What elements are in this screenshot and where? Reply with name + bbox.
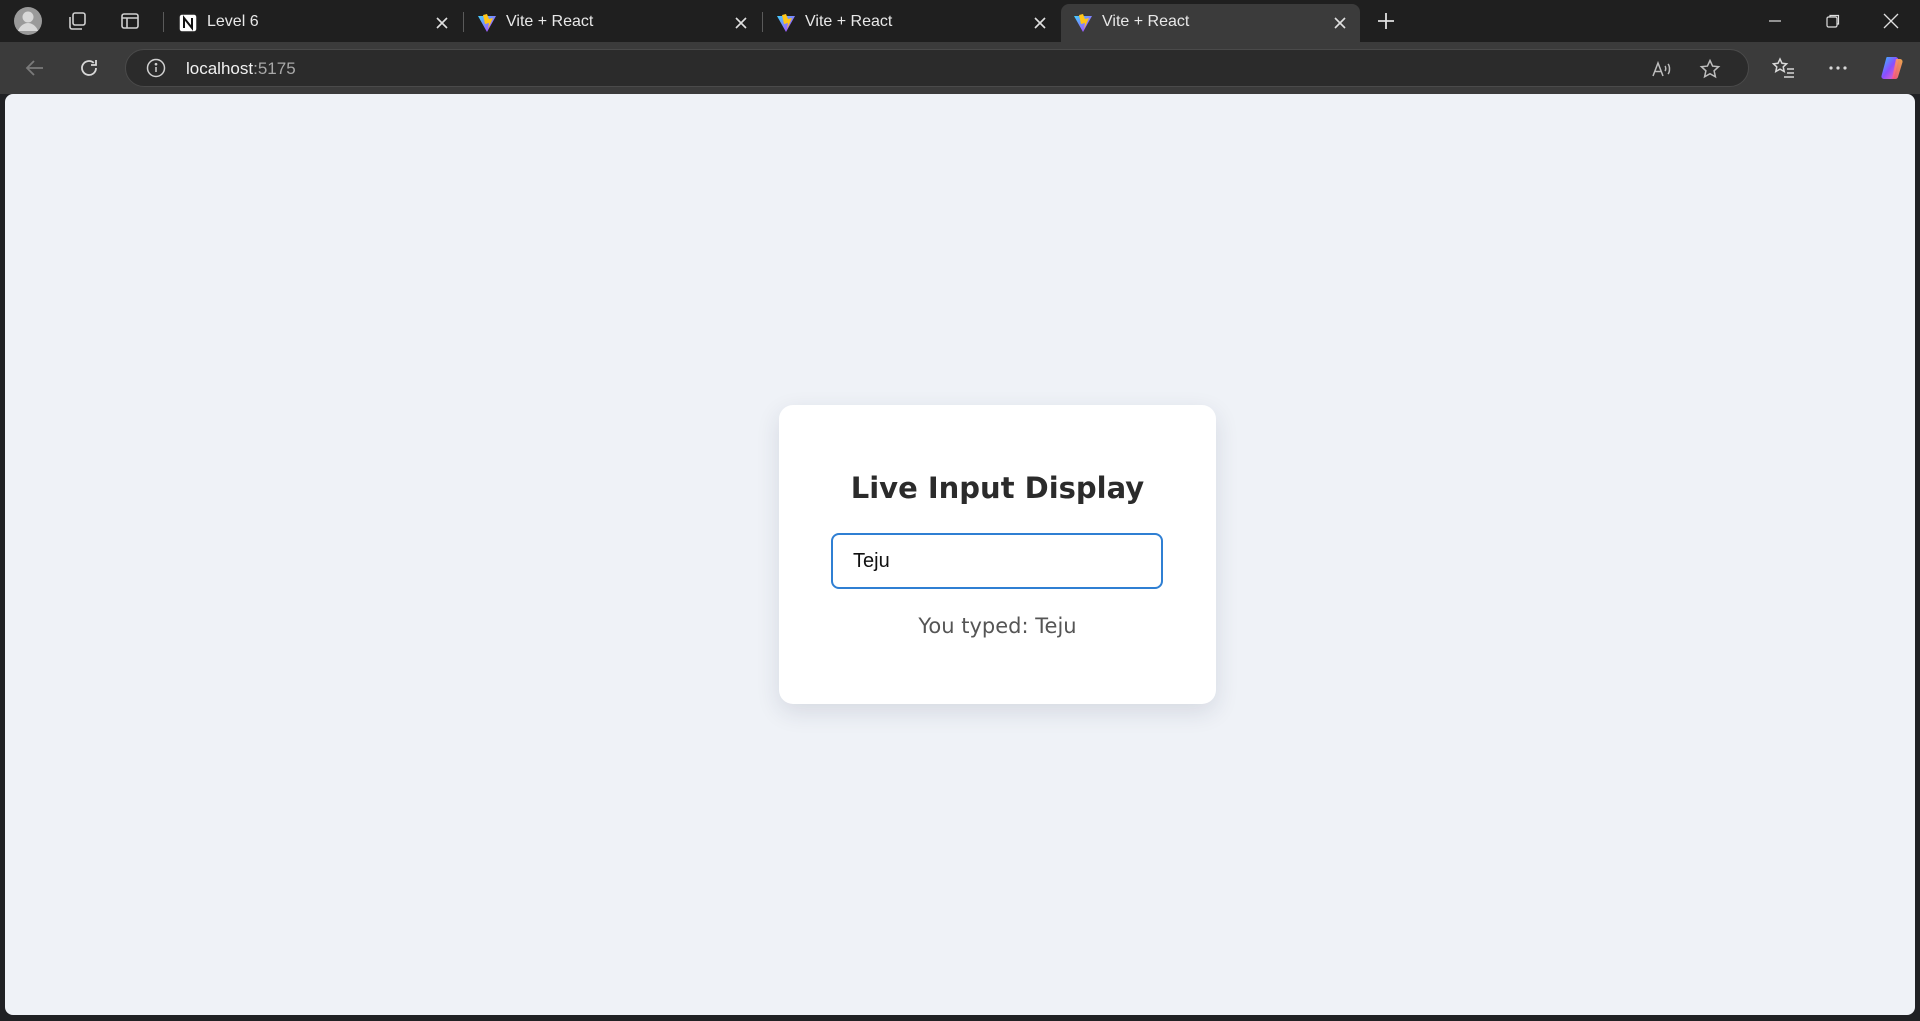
favorite-star-icon[interactable] — [1694, 53, 1726, 85]
refresh-icon[interactable] — [71, 50, 107, 86]
new-tab-icon[interactable] — [1370, 5, 1402, 37]
workspaces-icon[interactable] — [61, 5, 93, 37]
vertical-tabs-icon[interactable] — [114, 5, 146, 37]
tab-title: Vite + React — [805, 13, 893, 30]
page-viewport: Live Input Display You typed: Teju — [5, 94, 1915, 1015]
close-icon[interactable] — [731, 13, 751, 33]
tab-vite-react[interactable]: Vite + React — [764, 4, 1060, 42]
minimize-icon[interactable] — [1747, 0, 1803, 42]
close-icon[interactable] — [1330, 13, 1350, 33]
vite-icon — [477, 13, 497, 33]
tab-strip: Level 6 Vite + React Vite + React Vite +… — [0, 0, 1920, 42]
back-arrow-icon[interactable] — [17, 50, 53, 86]
more-options-icon[interactable] — [1820, 50, 1856, 86]
tab-separator — [463, 12, 464, 32]
tab-vite-react-active[interactable]: Vite + React — [1061, 4, 1360, 42]
notion-icon — [178, 13, 198, 33]
typed-output: You typed: Teju — [779, 614, 1216, 638]
typed-output-prefix: You typed: — [918, 614, 1036, 638]
tab-vite-react[interactable]: Vite + React — [465, 4, 761, 42]
profile-avatar-icon[interactable] — [12, 5, 44, 37]
tab-title: Vite + React — [506, 13, 594, 30]
browser-toolbar: localhost:5175 — [0, 42, 1920, 94]
live-text-input[interactable] — [831, 533, 1163, 589]
info-icon[interactable] — [146, 58, 166, 78]
tab-title: Vite + React — [1102, 13, 1190, 30]
url-host: localhost — [186, 59, 254, 78]
url-port: :5175 — [253, 59, 296, 78]
page-title: Live Input Display — [850, 471, 1145, 505]
close-icon[interactable] — [432, 13, 452, 33]
vite-icon — [776, 13, 796, 33]
read-aloud-icon[interactable] — [1645, 53, 1677, 85]
tab-level-6[interactable]: Level 6 — [166, 4, 462, 42]
address-bar[interactable]: localhost:5175 — [125, 49, 1749, 87]
favorites-list-icon[interactable] — [1766, 50, 1802, 86]
tab-separator — [163, 12, 164, 32]
url-text[interactable]: localhost:5175 — [186, 59, 296, 79]
close-window-icon[interactable] — [1863, 0, 1919, 42]
close-icon[interactable] — [1030, 13, 1050, 33]
tab-title: Level 6 — [207, 13, 259, 30]
tab-separator — [762, 12, 763, 32]
live-input-card: Live Input Display You typed: Teju — [779, 405, 1216, 704]
typed-output-value: Teju — [1035, 614, 1077, 638]
copilot-icon[interactable] — [1874, 50, 1910, 86]
restore-icon[interactable] — [1805, 0, 1861, 42]
vite-icon — [1073, 13, 1093, 33]
